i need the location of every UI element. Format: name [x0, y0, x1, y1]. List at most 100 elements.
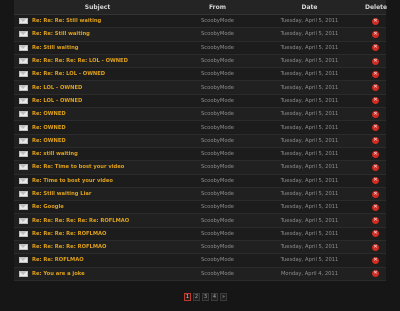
delete-x-icon[interactable]: ✕ [372, 270, 379, 278]
delete-cell: ✕ [365, 110, 386, 118]
delete-x-icon[interactable]: ✕ [372, 57, 379, 65]
message-from[interactable]: ScoobyMode [181, 164, 254, 170]
message-from[interactable]: ScoobyMode [181, 45, 254, 51]
message-subject-link[interactable]: Re: Re: ROFLMAO [32, 257, 84, 263]
message-row[interactable]: Re: Re: Still waiting ScoobyMode Tuesday, … [14, 28, 386, 42]
delete-x-icon[interactable]: ✕ [372, 44, 379, 52]
message-row[interactable]: Re: LOL - OWNED ScoobyMode Tuesday, April … [14, 81, 386, 95]
message-from[interactable]: ScoobyMode [181, 85, 254, 91]
message-from[interactable]: ScoobyMode [181, 191, 254, 197]
message-from[interactable]: ScoobyMode [181, 138, 254, 144]
delete-x-icon[interactable]: ✕ [372, 70, 379, 78]
message-subject-link[interactable]: Re: Time to bost your video [32, 178, 113, 184]
page-link[interactable]: 2 [193, 293, 200, 301]
message-from[interactable]: ScoobyMode [181, 257, 254, 263]
message-row[interactable]: Re: Google ScoobyMode Tuesday, April 5, 20… [14, 201, 386, 215]
message-date: Tuesday, April 5, 2011 [280, 58, 339, 65]
message-subject-link[interactable]: Re: LOL - OWNED [32, 98, 82, 104]
page-link[interactable]: 3 [202, 293, 209, 301]
page-link[interactable]: 1 [184, 293, 191, 301]
delete-cell: ✕ [365, 177, 386, 185]
delete-x-icon[interactable]: ✕ [372, 17, 379, 25]
message-row[interactable]: Re: Time to bost your video ScoobyMode Tue… [14, 174, 386, 188]
message-subject-link[interactable]: Re: still waiting [32, 151, 78, 157]
message-subject-link[interactable]: Re: Re: Re: Re: ROFLMAO [32, 244, 106, 250]
delete-x-icon[interactable]: ✕ [372, 84, 379, 92]
header-date[interactable]: Date [254, 4, 365, 11]
message-from[interactable]: ScoobyMode [181, 244, 254, 250]
message-subject-link[interactable]: Re: Re: Still waiting [32, 31, 90, 37]
message-subject-link[interactable]: Re: OWNED [32, 111, 66, 117]
message-from[interactable]: ScoobyMode [181, 231, 254, 237]
message-row[interactable]: Re: Still waiting ScoobyMode Tuesday, Apri… [14, 41, 386, 55]
message-subject-link[interactable]: Re: Re: Re: Re: ROFLMAO [32, 231, 106, 237]
delete-x-icon[interactable]: ✕ [372, 97, 379, 105]
header-subject[interactable]: Subject [14, 4, 181, 11]
message-subject-link[interactable]: Re: LOL - OWNED [32, 85, 82, 91]
message-date: Tuesday, April 5, 2011 [280, 191, 339, 197]
delete-x-icon[interactable]: ✕ [372, 217, 379, 225]
message-from[interactable]: ScoobyMode [181, 204, 254, 210]
message-row[interactable]: Re: Re: Re: Re: ROFLMAO ScoobyMode Tuesday… [14, 227, 386, 242]
message-subject-link[interactable]: Re: Re: Re: Re: Re: LOL - OWNED [32, 58, 128, 64]
message-row[interactable]: Re: Re: Re: Re: ROFLMAO ScoobyMode Tuesday… [14, 241, 386, 255]
delete-cell: ✕ [365, 137, 386, 145]
delete-x-icon[interactable]: ✕ [372, 177, 379, 185]
message-from[interactable]: ScoobyMode [181, 71, 254, 77]
message-subject-link[interactable]: Re: OWNED [32, 125, 66, 131]
message-row[interactable]: Re: Still waiting Liar ScoobyMode Tuesday,… [14, 187, 386, 202]
message-row[interactable]: Re: Re: Re: Still waiting ScoobyMode Tuesd… [14, 15, 386, 29]
envelope-icon [19, 204, 28, 211]
delete-x-icon[interactable]: ✕ [372, 150, 379, 158]
message-from[interactable]: ScoobyMode [181, 98, 254, 104]
delete-x-icon[interactable]: ✕ [372, 163, 379, 171]
delete-x-icon[interactable]: ✕ [372, 110, 379, 118]
message-row[interactable]: Re: You are a joke ScoobyMode Monday, Apri… [14, 267, 386, 281]
message-row[interactable]: Re: OWNED ScoobyMode Tuesday, April 5, 201… [14, 134, 386, 148]
message-from[interactable]: ScoobyMode [181, 125, 254, 131]
message-subject-link[interactable]: Re: Re: Re: LOL - OWNED [32, 71, 105, 77]
message-row[interactable]: Re: OWNED ScoobyMode Tuesday, April 5, 201… [14, 121, 386, 135]
delete-x-icon[interactable]: ✕ [372, 203, 379, 211]
envelope-icon [19, 164, 28, 171]
message-from[interactable]: ScoobyMode [181, 111, 254, 117]
header-from[interactable]: From [181, 4, 254, 11]
message-row[interactable]: Re: Re: Re: Re: Re: Re: ROFLMAO ScoobyMod… [14, 214, 386, 228]
message-from[interactable]: ScoobyMode [181, 271, 254, 277]
message-from[interactable]: ScoobyMode [181, 151, 254, 157]
message-from[interactable]: ScoobyMode [181, 218, 254, 224]
message-from[interactable]: ScoobyMode [181, 178, 254, 184]
message-row[interactable]: Re: Re: Time to bost your video ScoobyMod… [14, 161, 386, 175]
message-from[interactable]: ScoobyMode [181, 58, 254, 64]
message-subject-link[interactable]: Re: Still waiting [32, 45, 79, 51]
delete-x-icon[interactable]: ✕ [372, 124, 379, 132]
message-row[interactable]: Re: Re: Re: Re: Re: LOL - OWNED ScoobyMod… [14, 54, 386, 69]
message-row[interactable]: Re: OWNED ScoobyMode Tuesday, April 5, 201… [14, 108, 386, 122]
message-from[interactable]: ScoobyMode [181, 18, 254, 24]
message-subject-link[interactable]: Re: Re: Re: Still waiting [32, 18, 101, 24]
message-row[interactable]: Re: still waiting ScoobyMode Tuesday, Apri… [14, 147, 386, 162]
delete-x-icon[interactable]: ✕ [372, 230, 379, 238]
message-subject-link[interactable]: Re: Still waiting Liar [32, 191, 91, 197]
message-row[interactable]: Re: Re: Re: LOL - OWNED ScoobyMode Tuesday… [14, 68, 386, 82]
message-subject-link[interactable]: Re: You are a joke [32, 271, 85, 277]
message-subject-link[interactable]: Re: Re: Re: Re: Re: Re: ROFLMAO [32, 218, 129, 224]
message-row[interactable]: Re: Re: ROFLMAO ScoobyMode Tuesday, April … [14, 254, 386, 268]
message-subject-link[interactable]: Re: Re: Time to bost your video [32, 164, 124, 170]
message-subject-link[interactable]: Re: OWNED [32, 138, 66, 144]
message-row[interactable]: Re: LOL - OWNED ScoobyMode Tuesday, April … [14, 94, 386, 109]
message-date: Tuesday, April 5, 2011 [280, 97, 339, 104]
messages-table: Subject From Date Delete Re: Re: Re: Sti… [14, 0, 387, 281]
message-subject-link[interactable]: Re: Google [32, 204, 64, 210]
delete-x-icon[interactable]: ✕ [372, 30, 379, 38]
delete-x-icon[interactable]: ✕ [372, 190, 379, 198]
delete-x-icon[interactable]: ✕ [372, 137, 379, 145]
delete-x-icon[interactable]: ✕ [372, 243, 379, 251]
envelope-icon [19, 177, 28, 184]
next-page-button[interactable]: » [220, 293, 227, 301]
page-link[interactable]: 4 [211, 293, 218, 301]
message-date: Tuesday, April 5, 2011 [280, 71, 339, 78]
delete-cell: ✕ [365, 57, 386, 65]
delete-x-icon[interactable]: ✕ [372, 256, 379, 264]
message-from[interactable]: ScoobyMode [181, 31, 254, 37]
